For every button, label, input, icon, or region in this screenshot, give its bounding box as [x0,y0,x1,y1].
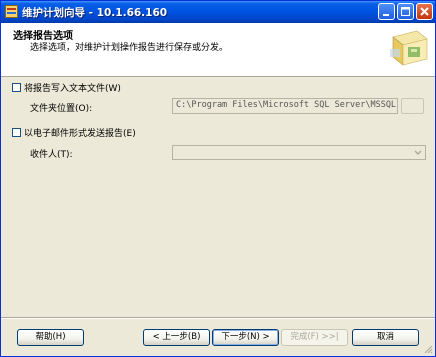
cancel-button[interactable]: 取消 [352,329,419,346]
write-report-checkbox[interactable] [12,83,21,92]
email-report-label: 以电子邮件形式发送报告(E) [24,129,136,139]
wizard-banner-icon [390,30,428,66]
close-button[interactable] [416,3,433,20]
help-button[interactable]: 帮助(H) [17,329,84,346]
back-button[interactable]: < 上一步(B) [143,329,210,346]
window-title: 维护计划向导 - 10.1.66.160 [22,7,168,19]
page-subtitle: 选择选项，对维护计划操作报告进行保存或分发。 [30,43,229,53]
app-icon [5,5,18,18]
chevron-down-icon [414,150,422,155]
maximize-button[interactable] [397,3,414,20]
folder-location-field[interactable]: C:\Program Files\Microsoft SQL Server\MS… [172,98,398,114]
wizard-header: 选择报告选项 选择选项，对维护计划操作报告进行保存或分发。 [1,23,435,77]
resize-grip-icon[interactable] [423,344,433,354]
next-button[interactable]: 下一步(N) > [212,329,279,346]
title-bar[interactable]: 维护计划向导 - 10.1.66.160 [1,1,435,23]
finish-button[interactable]: 完成(F) >>| [281,329,348,346]
close-icon [420,7,429,16]
recipient-label: 收件人(T): [30,150,73,160]
recipient-select[interactable] [172,145,426,160]
maximize-icon [401,7,410,16]
folder-location-label: 文件夹位置(O): [30,104,93,114]
minimize-icon [383,14,389,16]
browse-folder-button[interactable] [401,98,424,114]
write-report-label: 将报告写入文本文件(W) [24,84,121,94]
minimize-button[interactable] [378,3,395,20]
wizard-window: 维护计划向导 - 10.1.66.160 选择报告选项 选择选项，对维护计划操作… [0,0,436,357]
email-report-checkbox[interactable] [12,128,21,137]
